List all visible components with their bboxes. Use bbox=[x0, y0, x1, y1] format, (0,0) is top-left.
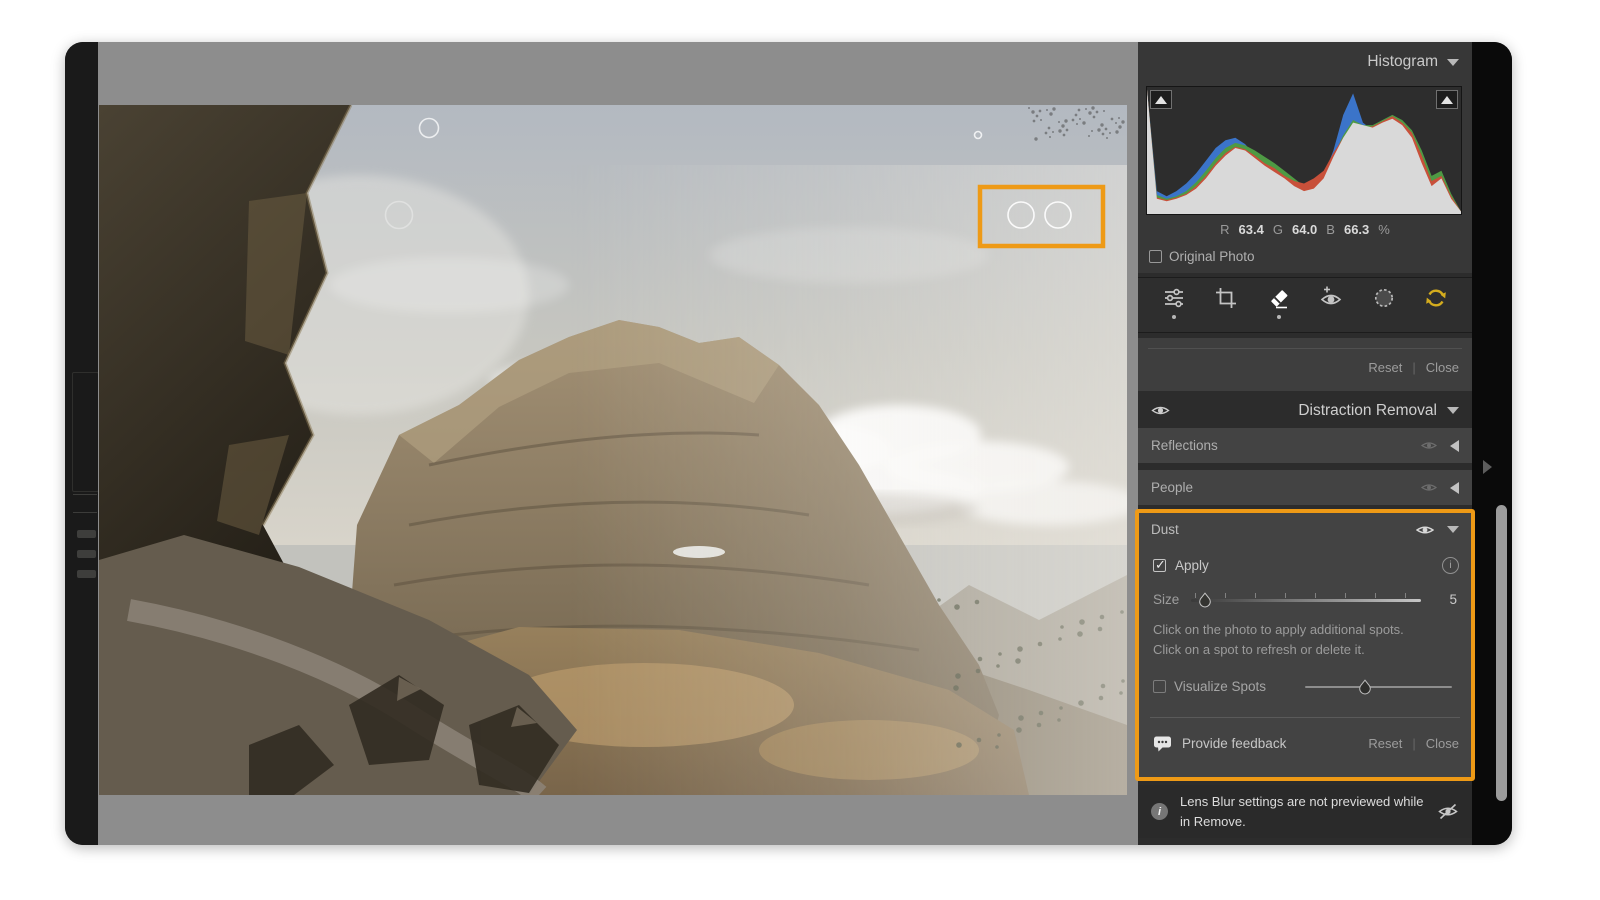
masking-icon bbox=[1372, 286, 1396, 310]
eraser-icon bbox=[1267, 286, 1291, 310]
left-panel-control-fragment bbox=[77, 570, 96, 578]
g-label: G bbox=[1273, 222, 1283, 237]
panel-scrollbar[interactable] bbox=[1496, 505, 1507, 801]
scrolled-panel-bottom: Reset | Close bbox=[1138, 338, 1472, 391]
visualize-slider-handle[interactable] bbox=[1359, 679, 1372, 698]
photo-canvas[interactable] bbox=[99, 105, 1127, 795]
dust-instructions: Click on the photo to apply additional s… bbox=[1153, 620, 1457, 660]
left-panel-fragment bbox=[72, 372, 99, 492]
histogram-plot[interactable] bbox=[1146, 86, 1462, 215]
size-slider-handle[interactable] bbox=[1198, 592, 1211, 611]
info-line-2: in Remove. bbox=[1180, 812, 1425, 832]
adjust-sliders-icon bbox=[1162, 286, 1186, 310]
tool-active-dot bbox=[1277, 315, 1281, 319]
divider: | bbox=[1412, 736, 1415, 751]
crop-icon bbox=[1214, 286, 1238, 310]
landscape-photo bbox=[99, 105, 1127, 795]
r-label: R bbox=[1220, 222, 1229, 237]
left-panel-control-fragment bbox=[77, 530, 96, 538]
divider: | bbox=[1412, 360, 1415, 375]
panel-expand-arrow[interactable] bbox=[1483, 460, 1492, 474]
instructions-line-2: Click on a spot to refresh or delete it. bbox=[1153, 640, 1457, 660]
slider-ticks bbox=[1195, 593, 1417, 598]
slider-track[interactable] bbox=[1191, 599, 1421, 602]
b-label: B bbox=[1326, 222, 1335, 237]
slider-track[interactable] bbox=[1305, 686, 1452, 688]
reset-button[interactable]: Reset bbox=[1368, 360, 1402, 375]
tool-masking[interactable] bbox=[1367, 286, 1401, 319]
reflections-row[interactable]: Reflections bbox=[1138, 428, 1472, 463]
left-panel-sliver bbox=[65, 42, 98, 845]
histogram-section: Histogram R 63.4 G 64.0 B 66.3 % Origina… bbox=[1138, 42, 1472, 273]
divider bbox=[1148, 348, 1462, 349]
visualize-spots-label: Visualize Spots bbox=[1174, 679, 1266, 694]
visualize-spots-checkbox[interactable] bbox=[1153, 680, 1166, 693]
instructions-line-1: Click on the photo to apply additional s… bbox=[1153, 620, 1457, 640]
people-label: People bbox=[1151, 480, 1193, 495]
visualize-slider[interactable] bbox=[1305, 677, 1452, 697]
rgb-readout: R 63.4 G 64.0 B 66.3 % bbox=[1138, 222, 1472, 237]
develop-canvas bbox=[98, 42, 1138, 845]
tool-active-dot bbox=[1172, 315, 1176, 319]
reflections-label: Reflections bbox=[1151, 438, 1218, 453]
provide-feedback-button[interactable]: Provide feedback bbox=[1182, 736, 1286, 751]
expand-left-triangle-icon[interactable] bbox=[1450, 440, 1459, 452]
close-button[interactable]: Close bbox=[1426, 736, 1459, 751]
g-value: 64.0 bbox=[1292, 222, 1317, 237]
people-row[interactable]: People bbox=[1138, 470, 1472, 505]
eye-icon[interactable] bbox=[1151, 404, 1170, 417]
tool-strip bbox=[1138, 277, 1472, 333]
info-line-1: Lens Blur settings are not previewed whi… bbox=[1180, 792, 1425, 812]
b-value: 66.3 bbox=[1344, 222, 1369, 237]
left-panel-divider bbox=[73, 494, 97, 495]
eye-off-icon[interactable] bbox=[1437, 803, 1459, 820]
unit-label: % bbox=[1378, 222, 1390, 237]
histogram-chart bbox=[1147, 87, 1461, 214]
close-button[interactable]: Close bbox=[1426, 360, 1459, 375]
panel-gutter bbox=[1472, 42, 1512, 845]
shadow-clipping-button[interactable] bbox=[1150, 90, 1172, 109]
feedback-bubble-icon bbox=[1153, 735, 1173, 752]
collapse-triangle-icon[interactable] bbox=[1447, 407, 1459, 414]
eye-dim-icon[interactable] bbox=[1421, 440, 1437, 451]
original-photo-checkbox[interactable] bbox=[1149, 250, 1162, 263]
eye-icon[interactable] bbox=[1416, 524, 1434, 536]
original-photo-label: Original Photo bbox=[1169, 249, 1255, 264]
red-eye-icon bbox=[1319, 286, 1343, 310]
r-value: 63.4 bbox=[1239, 222, 1264, 237]
collapse-triangle-icon[interactable] bbox=[1447, 526, 1459, 533]
distraction-removal-header[interactable]: Distraction Removal bbox=[1138, 393, 1472, 428]
collapse-triangle-icon[interactable] bbox=[1447, 59, 1459, 66]
tool-red-eye[interactable] bbox=[1314, 286, 1348, 319]
apply-label: Apply bbox=[1175, 558, 1209, 573]
tool-remove[interactable] bbox=[1262, 286, 1296, 319]
dust-section: Dust Apply i Size bbox=[1138, 513, 1472, 777]
info-icon[interactable]: i bbox=[1442, 557, 1459, 574]
tool-crop[interactable] bbox=[1209, 286, 1243, 319]
apply-checkbox[interactable] bbox=[1153, 559, 1166, 572]
highlight-clipping-button[interactable] bbox=[1436, 90, 1458, 109]
tool-sync[interactable] bbox=[1419, 286, 1453, 319]
left-panel-control-fragment bbox=[77, 550, 96, 558]
size-label: Size bbox=[1153, 592, 1179, 607]
sync-icon bbox=[1424, 286, 1448, 310]
histogram-title: Histogram bbox=[1367, 53, 1438, 71]
expand-left-triangle-icon[interactable] bbox=[1450, 482, 1459, 494]
left-panel-divider bbox=[73, 512, 97, 513]
info-icon: i bbox=[1151, 803, 1168, 820]
shadow-clipping-icon bbox=[1155, 96, 1167, 104]
distraction-removal-title: Distraction Removal bbox=[1298, 402, 1437, 420]
eye-dim-icon[interactable] bbox=[1421, 482, 1437, 493]
dust-label: Dust bbox=[1151, 522, 1179, 537]
highlight-clipping-icon bbox=[1441, 96, 1453, 104]
tool-adjust[interactable] bbox=[1157, 286, 1191, 319]
histogram-header[interactable]: Histogram bbox=[1138, 42, 1472, 82]
reset-button[interactable]: Reset bbox=[1368, 736, 1402, 751]
lightroom-window: Histogram R 63.4 G 64.0 B 66.3 % Origina… bbox=[65, 42, 1512, 845]
lens-blur-info-bar: i Lens Blur settings are not previewed w… bbox=[1138, 785, 1472, 838]
divider bbox=[1150, 717, 1460, 718]
right-panel: Histogram R 63.4 G 64.0 B 66.3 % Origina… bbox=[1138, 42, 1472, 845]
size-slider[interactable] bbox=[1191, 590, 1421, 610]
size-value: 5 bbox=[1449, 592, 1457, 607]
